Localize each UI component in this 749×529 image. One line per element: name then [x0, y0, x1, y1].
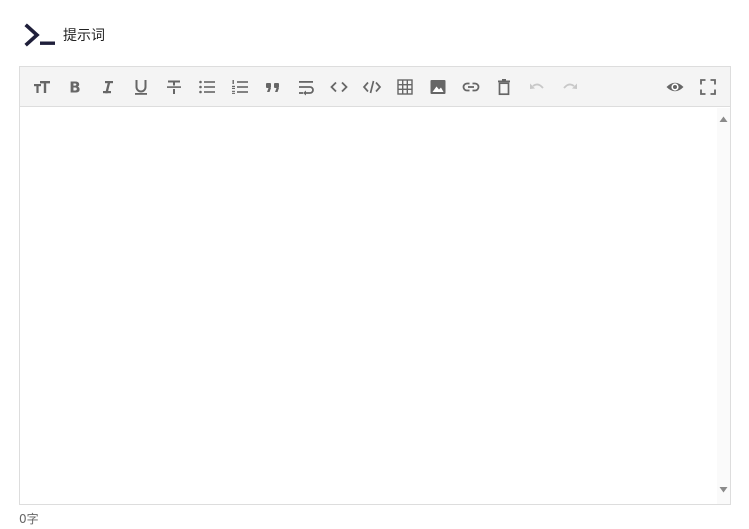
- bullet-list-button[interactable]: [195, 75, 219, 99]
- preview-button[interactable]: [663, 75, 687, 99]
- clear-button[interactable]: [492, 75, 516, 99]
- eye-icon: [666, 82, 684, 92]
- underline-button[interactable]: [129, 75, 153, 99]
- strikethrough-button[interactable]: [162, 75, 186, 99]
- svg-text:B: B: [69, 79, 80, 97]
- trash-icon: [498, 79, 510, 96]
- code-block-button[interactable]: [360, 75, 384, 99]
- character-count: 0字: [19, 512, 39, 526]
- strikethrough-icon: [167, 80, 181, 94]
- vertical-scrollbar[interactable]: [717, 108, 730, 504]
- text-wrap-button[interactable]: [294, 75, 318, 99]
- fullscreen-icon: [700, 79, 716, 95]
- code-icon: [330, 81, 348, 93]
- scroll-up-arrow-icon[interactable]: [718, 114, 729, 124]
- redo-icon: [563, 83, 577, 89]
- undo-button[interactable]: [525, 75, 549, 99]
- bold-icon: B: [69, 79, 80, 97]
- text-wrap-icon: [299, 81, 314, 96]
- code-block-icon: [362, 80, 382, 94]
- inline-code-button[interactable]: [327, 75, 351, 99]
- underline-icon: [135, 80, 147, 95]
- redo-button[interactable]: [558, 75, 582, 99]
- terminal-prompt-icon: [24, 23, 55, 47]
- editor-textarea[interactable]: [20, 108, 717, 504]
- editor-title: 提示词: [63, 28, 105, 44]
- heading-button[interactable]: [30, 75, 54, 99]
- image-icon: [430, 80, 446, 94]
- link-button[interactable]: [459, 75, 483, 99]
- editor-content: [20, 108, 730, 504]
- numbered-list-button[interactable]: [228, 75, 252, 99]
- link-icon: [462, 82, 480, 92]
- editor-toolbar: B: [20, 67, 730, 107]
- blockquote-button[interactable]: [261, 75, 285, 99]
- markdown-editor: B: [19, 66, 731, 505]
- italic-icon: [103, 81, 113, 94]
- table-icon: [397, 79, 413, 95]
- bullet-list-icon: [199, 80, 215, 94]
- fullscreen-button[interactable]: [696, 75, 720, 99]
- undo-icon: [530, 83, 544, 89]
- text-size-icon: [34, 81, 50, 93]
- editor-header: 提示词: [24, 22, 105, 48]
- image-button[interactable]: [426, 75, 450, 99]
- table-button[interactable]: [393, 75, 417, 99]
- scroll-down-arrow-icon[interactable]: [718, 485, 729, 495]
- bold-button[interactable]: B: [63, 75, 87, 99]
- numbered-list-icon: [232, 80, 248, 94]
- quote-icon: [266, 83, 279, 92]
- italic-button[interactable]: [96, 75, 120, 99]
